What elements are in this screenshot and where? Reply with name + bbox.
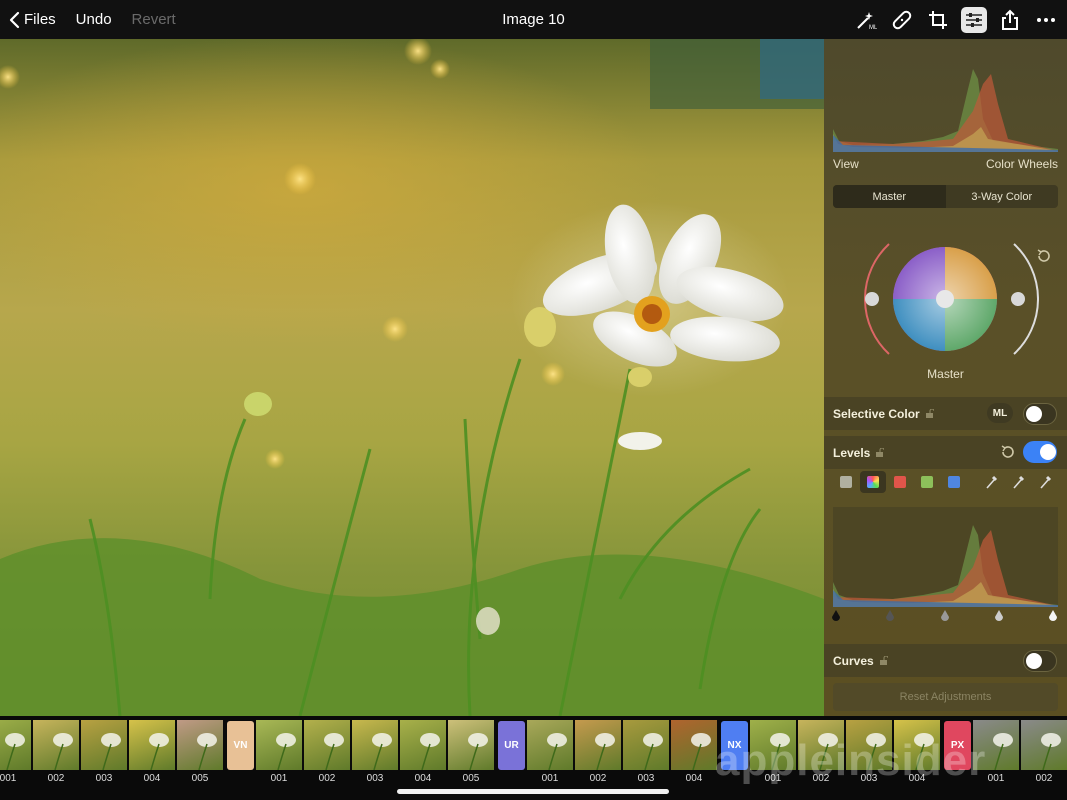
filter-group-tag[interactable]: VN [227,721,254,770]
channel-rgb-button[interactable] [860,471,886,493]
shadow-handle[interactable] [885,610,895,623]
filter-thumbnail[interactable] [81,720,127,771]
black-point-handle[interactable] [831,610,841,623]
reset-adjustments-button[interactable]: Reset Adjustments [833,683,1058,711]
wheel-label: Master [927,367,964,381]
filter-thumbnail-label: 002 [47,773,65,784]
bandage-icon [892,10,912,29]
filter-group-tag[interactable]: UR [498,721,525,770]
filter-thumbnail[interactable] [0,720,31,771]
filter-thumbnail[interactable] [256,720,302,771]
back-button[interactable]: Files [8,11,56,29]
ml-enhance-button[interactable]: ML [853,7,879,33]
adjust-button[interactable] [961,6,987,33]
midtone-handle[interactable] [940,610,950,623]
more-icon [1037,17,1055,22]
filter-thumbnail[interactable] [177,720,223,771]
revert-label: Revert [131,11,176,28]
top-toolbar: Files Undo Revert Image 10 ML [0,0,1067,39]
filter-thumbnail-label: 002 [589,773,607,784]
filter-thumbnail-label: 002 [318,773,336,784]
lock-open-icon[interactable] [925,408,934,419]
levels-toggle[interactable] [1023,441,1057,463]
wheel-mode-segmented-control: Master 3-Way Color [833,185,1058,208]
filter-thumbnail[interactable] [527,720,573,771]
ml-badge[interactable]: ML [987,403,1013,423]
filter-thumbnail[interactable] [352,720,398,771]
back-label: Files [24,11,56,28]
filter-thumbnail-label: 005 [191,773,209,784]
channel-red-button[interactable] [894,476,906,488]
filter-thumbnail-label: 005 [462,773,480,784]
channel-blue-button[interactable] [948,476,960,488]
adjustments-panel: View Color Wheels Master 3-Way Color Mas… [824,39,1067,716]
segment-3-way-color[interactable]: 3-Way Color [946,185,1059,208]
svg-text:ML: ML [869,25,877,31]
levels-handles [831,610,1058,624]
levels-histogram [833,507,1058,607]
chevron-left-icon [9,11,20,28]
watermark-text: appleinsider [715,736,987,785]
white-point-handle[interactable] [1048,610,1058,623]
crop-icon [929,10,947,29]
channel-green-button[interactable] [921,476,933,488]
view-mode-button[interactable]: Color Wheels [986,157,1058,171]
eyedropper-white-icon[interactable] [1039,474,1053,490]
revert-button[interactable]: Revert [132,11,176,28]
eyedropper-gray-icon[interactable] [1012,474,1026,490]
highlight-handle[interactable] [994,610,1004,623]
filter-thumbnail-label: 004 [685,773,703,784]
filter-thumbnail[interactable] [304,720,350,771]
crop-button[interactable] [925,7,951,33]
filter-thumbnail-label: 003 [95,773,113,784]
filter-thumbnail[interactable] [129,720,175,771]
filter-thumbnail[interactable] [33,720,79,771]
lock-open-icon[interactable] [879,655,888,666]
selective-color-label: Selective Color [833,406,920,421]
levels-label: Levels [833,445,871,460]
ml-enhance-icon: ML [857,11,877,31]
selective-color-toggle[interactable] [1023,403,1057,425]
filter-thumbnail[interactable] [448,720,494,771]
filter-thumbnail-label: 001 [0,773,17,784]
filter-thumbnail[interactable] [575,720,621,771]
histogram-top [833,69,1058,152]
reset-levels-icon[interactable] [1000,444,1016,460]
curves-toggle[interactable] [1023,650,1057,672]
undo-label: Undo [75,11,112,28]
filter-thumbnail[interactable] [623,720,669,771]
filter-thumbnail-label: 001 [270,773,288,784]
more-button[interactable] [1033,7,1059,33]
channel-gray-button[interactable] [840,476,852,488]
segment-master[interactable]: Master [833,185,946,208]
lock-open-icon[interactable] [875,447,885,458]
home-indicator[interactable] [397,789,669,794]
filter-thumbnail-label: 001 [541,773,559,784]
filter-thumbnail-label: 004 [414,773,432,784]
view-label: View [833,157,859,171]
color-wheel[interactable] [864,239,1039,369]
photo-canvas[interactable] [0,39,824,716]
filter-thumbnail-label: 004 [143,773,161,784]
adjust-sliders-icon [966,12,982,27]
filter-thumbnail[interactable] [1021,720,1067,771]
filter-thumbnail-label: 003 [637,773,655,784]
filter-thumbnail[interactable] [400,720,446,771]
share-icon [1002,9,1018,30]
filter-thumbnail-label: 003 [366,773,384,784]
reset-wheel-icon[interactable] [1036,248,1052,264]
eyedropper-black-icon[interactable] [985,474,999,490]
filter-thumbnail[interactable] [671,720,717,771]
levels-channel-bar [833,471,1058,495]
repair-button[interactable] [889,7,915,33]
flower-photo [0,39,824,716]
share-button[interactable] [997,7,1023,33]
undo-button[interactable]: Undo [76,11,112,28]
curves-label: Curves [833,653,874,668]
filter-thumbnail-label: 002 [1035,773,1053,784]
